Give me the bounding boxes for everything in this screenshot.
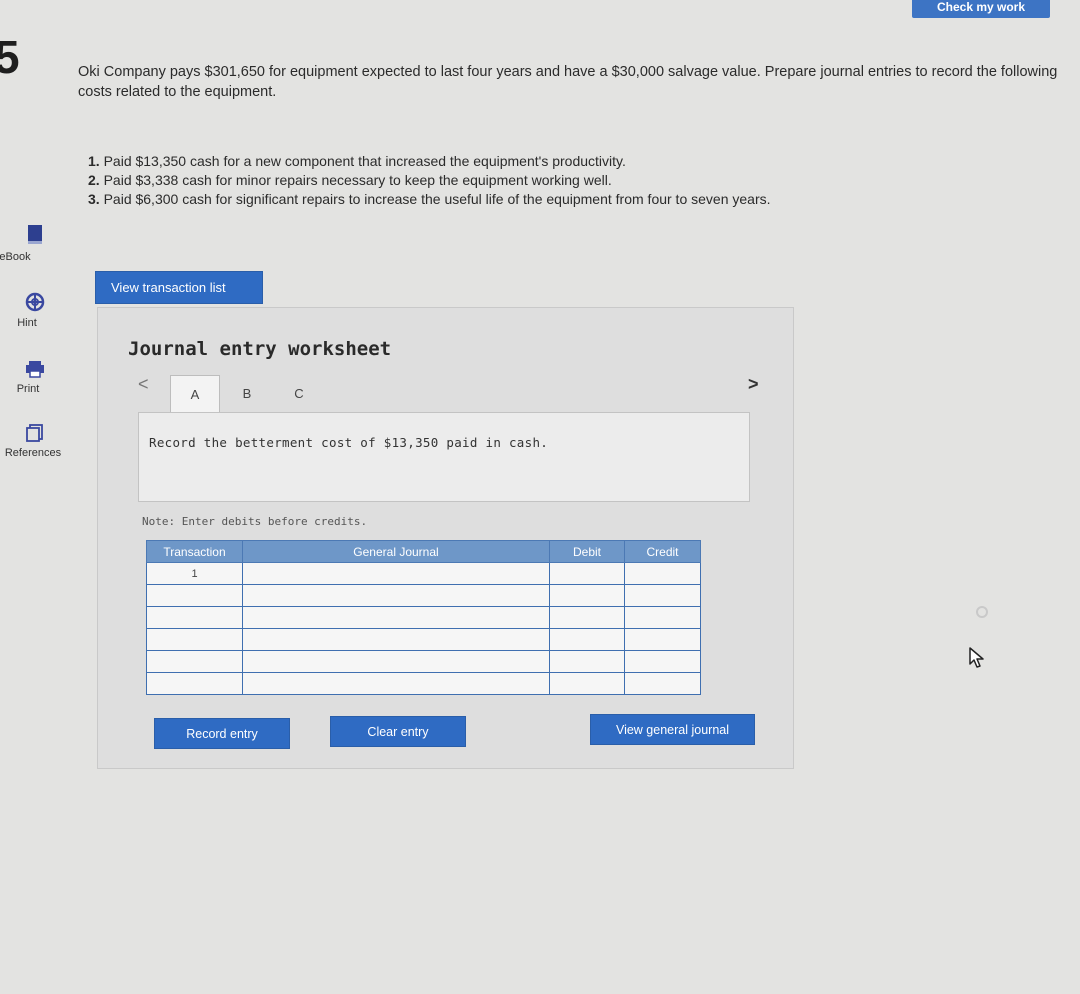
print-icon — [26, 361, 44, 378]
sidebar-item-label: Hint — [17, 317, 37, 329]
credit-input[interactable] — [624, 584, 701, 607]
sidebar-item-label: eBook — [0, 251, 31, 263]
table-row — [146, 672, 701, 695]
transaction-cell — [146, 606, 243, 629]
record-entry-button[interactable]: Record entry — [154, 718, 290, 749]
sidebar-item-label: Print — [16, 383, 40, 395]
column-header-transaction: Transaction — [146, 540, 243, 563]
debit-input[interactable] — [549, 584, 625, 607]
tab-c[interactable]: C — [274, 375, 324, 413]
clear-entry-button[interactable]: Clear entry — [330, 716, 466, 747]
table-row — [146, 628, 701, 651]
account-input[interactable] — [242, 650, 550, 673]
column-header-debit: Debit — [549, 540, 625, 563]
sidebar-item-ebook[interactable]: eBook — [0, 224, 70, 263]
view-general-journal-button[interactable]: View general journal — [590, 714, 755, 745]
credit-input[interactable] — [624, 672, 701, 695]
credit-input[interactable] — [624, 628, 701, 651]
sidebar-item-hint[interactable]: Hint — [0, 292, 70, 329]
transaction-cell — [146, 628, 243, 651]
chevron-right-icon[interactable]: > — [748, 374, 759, 395]
tab-b[interactable]: B — [222, 375, 272, 413]
table-row — [146, 584, 701, 607]
debit-input[interactable] — [549, 672, 625, 695]
account-input[interactable] — [242, 584, 550, 607]
loading-spinner-icon — [976, 606, 988, 618]
column-header-general-journal: General Journal — [242, 540, 550, 563]
question-items: 1. Paid $13,350 cash for a new component… — [88, 152, 908, 209]
debit-input[interactable] — [549, 650, 625, 673]
debit-input[interactable] — [549, 562, 625, 585]
sidebar-item-label: References — [4, 447, 62, 459]
transaction-cell — [146, 584, 243, 607]
account-input[interactable] — [242, 672, 550, 695]
worksheet-title: Journal entry worksheet — [128, 338, 392, 360]
table-row — [146, 650, 701, 673]
book-icon — [28, 225, 42, 244]
sidebar-item-references[interactable]: References — [0, 424, 70, 459]
list-item: 3. Paid $6,300 cash for significant repa… — [88, 191, 771, 207]
credit-input[interactable] — [624, 650, 701, 673]
account-input[interactable] — [242, 562, 550, 585]
instruction-text: Record the betterment cost of $13,350 pa… — [149, 435, 549, 450]
journal-entry-worksheet: Journal entry worksheet < A B C > Record… — [97, 307, 794, 769]
chevron-left-icon[interactable]: < — [138, 374, 149, 395]
transaction-cell — [146, 672, 243, 695]
view-transaction-list-button[interactable]: View transaction list — [95, 271, 263, 304]
debit-input[interactable] — [549, 628, 625, 651]
table-row: 1 — [146, 562, 701, 585]
debit-input[interactable] — [549, 606, 625, 629]
transaction-cell — [146, 650, 243, 673]
journal-table: Transaction General Journal Debit Credit… — [146, 540, 701, 695]
account-input[interactable] — [242, 628, 550, 651]
references-icon — [26, 424, 43, 442]
column-header-credit: Credit — [624, 540, 701, 563]
entry-note: Note: Enter debits before credits. — [142, 515, 368, 528]
mouse-cursor-icon — [969, 647, 984, 668]
instruction-box: Record the betterment cost of $13,350 pa… — [138, 412, 750, 502]
credit-input[interactable] — [624, 562, 701, 585]
list-item: 2. Paid $3,338 cash for minor repairs ne… — [88, 172, 612, 188]
credit-input[interactable] — [624, 606, 701, 629]
account-input[interactable] — [242, 606, 550, 629]
sidebar-item-print[interactable]: Print — [0, 360, 70, 395]
check-my-work-button[interactable]: Check my work — [912, 0, 1050, 18]
question-number: 5 — [0, 31, 20, 83]
tab-a[interactable]: A — [170, 375, 220, 413]
transaction-cell: 1 — [146, 562, 243, 585]
table-row — [146, 606, 701, 629]
list-item: 1. Paid $13,350 cash for a new component… — [88, 153, 626, 169]
hint-icon — [25, 292, 45, 312]
question-intro: Oki Company pays $301,650 for equipment … — [78, 64, 1058, 100]
